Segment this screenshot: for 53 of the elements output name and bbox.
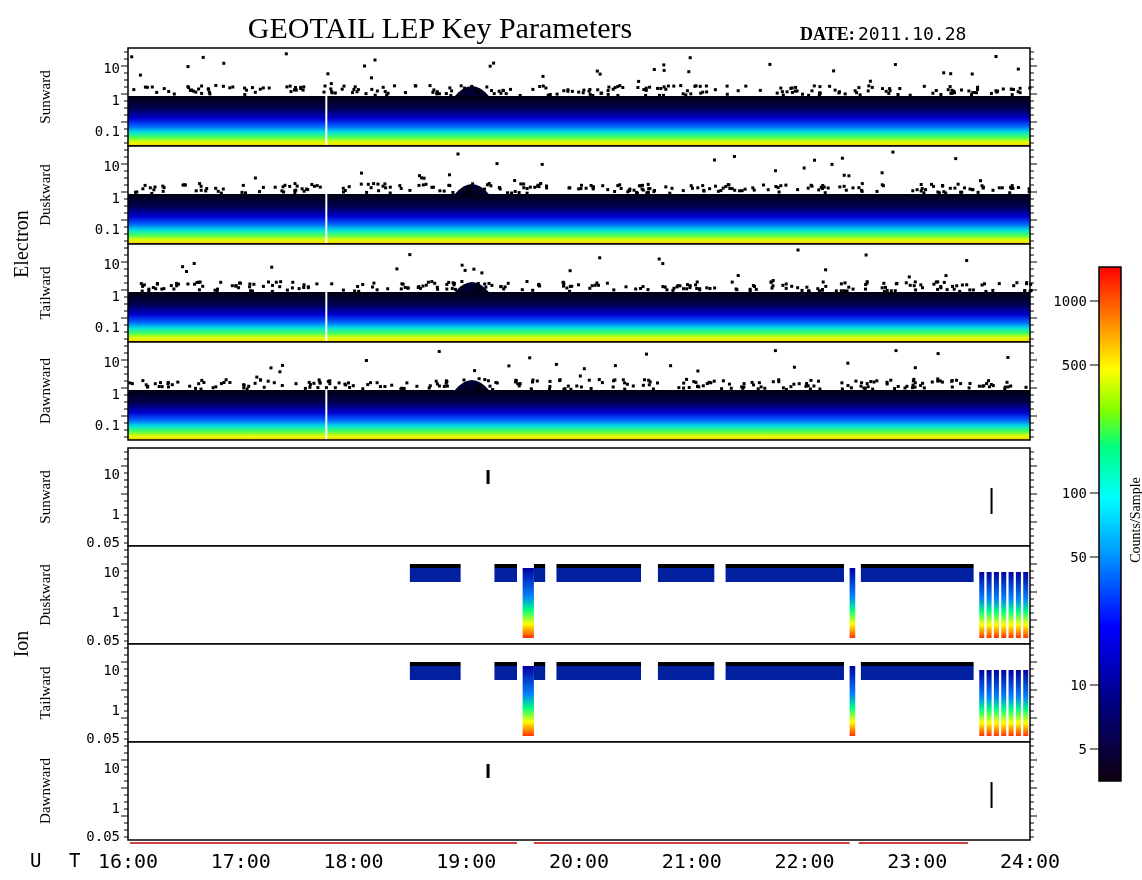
y-tick-label: 0.05 — [86, 632, 120, 648]
y-tick-label: 10 — [103, 60, 120, 76]
y-tick-label: 1 — [111, 506, 120, 522]
colorbar-tick-label: 500 — [1061, 357, 1087, 373]
x-tick-label: 21:00 — [661, 849, 722, 873]
x-tick-label: 23:00 — [887, 849, 948, 873]
x-tick-label: 16:00 — [97, 849, 159, 873]
y-tick-label: 10 — [103, 354, 120, 370]
panel-label: Sunward — [37, 470, 53, 524]
y-tick-label: 1 — [111, 800, 120, 816]
colorbar-tick-label: 1000 — [1053, 293, 1087, 309]
date-label: DATE: — [800, 24, 855, 44]
y-tick-label: 0.1 — [94, 221, 120, 237]
y-tick-label: 1 — [111, 92, 120, 108]
panel-label: Duskward — [37, 564, 53, 626]
y-tick-label: 10 — [103, 256, 120, 272]
y-tick-label: 10 — [103, 564, 120, 580]
y-tick-label: 0.05 — [86, 730, 120, 746]
date-value: 2011.10.28 — [858, 23, 967, 44]
colorbar-tick-label: 5 — [1078, 741, 1087, 757]
x-tick-label: 24:00 — [999, 849, 1061, 873]
colorbar-tick-label: 10 — [1070, 677, 1087, 693]
panel-label: Tailward — [37, 266, 53, 320]
y-tick-label: 1 — [111, 288, 120, 304]
y-tick-label: 1 — [111, 190, 120, 206]
y-tick-label: 10 — [103, 760, 120, 776]
y-tick-label: 1 — [111, 702, 120, 718]
y-tick-label: 0.1 — [94, 123, 120, 139]
y-tick-label: 10 — [103, 158, 120, 174]
y-tick-label: 1 — [111, 604, 120, 620]
plot-title: GEOTAIL LEP Key Parameters — [247, 11, 633, 44]
y-tick-label: 0.1 — [94, 319, 120, 335]
axis-label: U T — [30, 849, 89, 871]
x-tick-label: 22:00 — [774, 849, 835, 873]
x-tick-label: 18:00 — [323, 849, 384, 873]
panel-label: Dawnward — [37, 758, 53, 824]
colorbar-tick-label: 100 — [1061, 485, 1087, 501]
y-tick-label: 10 — [103, 662, 120, 678]
panel-label: Sunward — [37, 70, 53, 124]
y-tick-label: 0.05 — [86, 534, 120, 550]
panel-label: Tailward — [37, 666, 53, 720]
x-tick-label: 19:00 — [436, 849, 497, 873]
y-tick-label: 10 — [103, 466, 120, 482]
x-tick-label: 20:00 — [548, 849, 610, 873]
x-tick-label: 17:00 — [210, 849, 271, 873]
panel-label: Duskward — [37, 164, 53, 226]
group-label: Electron — [10, 210, 32, 278]
group-label: Ion — [10, 630, 32, 658]
y-tick-label: 1 — [111, 386, 120, 402]
colorbar-tick-label: 50 — [1070, 549, 1087, 565]
y-tick-label: 0.05 — [86, 828, 120, 844]
panel-label: Dawnward — [37, 358, 53, 424]
y-tick-label: 0.1 — [94, 417, 120, 433]
